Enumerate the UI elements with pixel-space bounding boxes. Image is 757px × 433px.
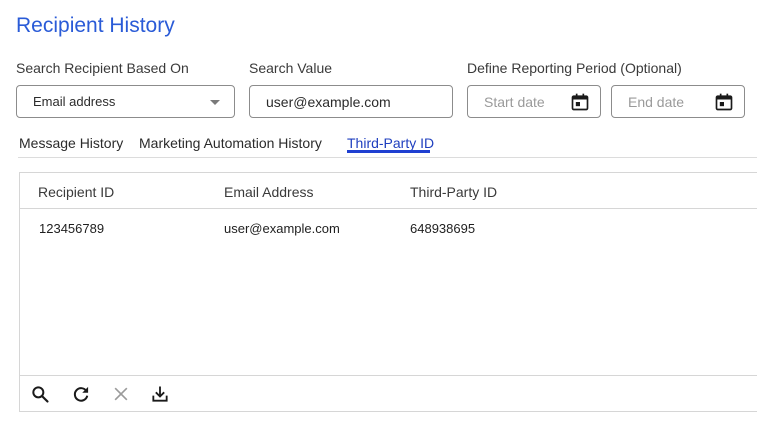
table-toolbar <box>20 375 757 413</box>
clear-icon[interactable] <box>111 384 131 404</box>
download-icon[interactable] <box>150 384 170 404</box>
search-value-text: user@example.com <box>266 93 391 110</box>
column-header-third-party-id[interactable]: Third-Party ID <box>410 184 497 200</box>
search-value-input[interactable]: user@example.com <box>249 85 453 118</box>
chevron-down-icon <box>210 100 220 105</box>
cell-recipient-id: 123456789 <box>39 221 105 236</box>
end-date-input[interactable]: End date <box>611 85 745 118</box>
history-tabs: Message History Marketing Automation His… <box>18 134 757 158</box>
tab-message-history[interactable]: Message History <box>19 135 123 151</box>
tab-marketing-automation-history[interactable]: Marketing Automation History <box>139 135 322 151</box>
cell-email-address: user@example.com <box>224 221 340 236</box>
search-type-select[interactable]: Email address <box>16 85 235 118</box>
active-tab-indicator <box>347 150 430 153</box>
start-date-placeholder: Start date <box>484 93 545 110</box>
calendar-icon[interactable] <box>570 92 590 112</box>
search-icon[interactable] <box>30 384 50 404</box>
search-type-value: Email address <box>33 94 116 109</box>
tab-third-party-id[interactable]: Third-Party ID <box>347 135 434 151</box>
reporting-period-label: Define Reporting Period (Optional) <box>467 60 682 76</box>
search-value-label: Search Value <box>249 60 333 76</box>
page-title: Recipient History <box>16 14 175 37</box>
end-date-placeholder: End date <box>628 93 685 110</box>
search-based-on-label: Search Recipient Based On <box>16 60 189 76</box>
start-date-input[interactable]: Start date <box>467 85 601 118</box>
results-table: Recipient ID Email Address Third-Party I… <box>19 172 757 412</box>
calendar-icon[interactable] <box>714 92 734 112</box>
column-header-email-address[interactable]: Email Address <box>224 184 313 200</box>
refresh-icon[interactable] <box>71 384 91 404</box>
column-header-recipient-id[interactable]: Recipient ID <box>38 184 114 200</box>
cell-third-party-id: 648938695 <box>410 221 476 236</box>
table-header: Recipient ID Email Address Third-Party I… <box>20 173 757 209</box>
